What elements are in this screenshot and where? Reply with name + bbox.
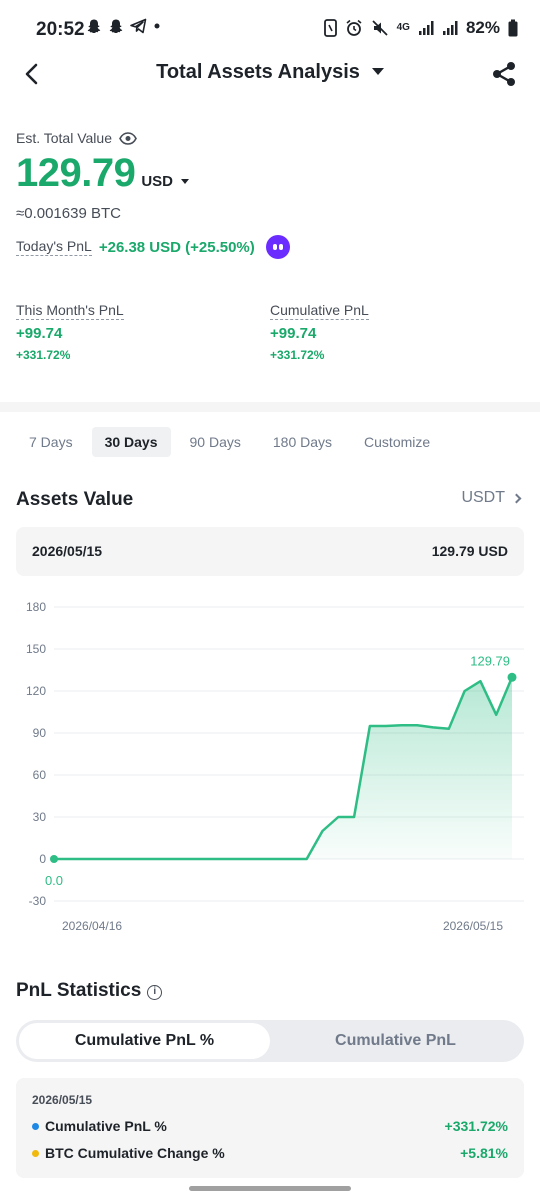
- alarm-icon: [346, 19, 362, 36]
- currency-selector[interactable]: USD: [141, 173, 190, 190]
- toggle-cumulative-pnl-percent[interactable]: Cumulative PnL %: [19, 1023, 270, 1059]
- assets-value-chart[interactable]: 180 150 120 90 60 30 0 -30 0.0 129.79 2026/04/16 20…: [0, 590, 540, 945]
- stats-card-date: 2026/05/15: [32, 1093, 93, 1107]
- tab-30-days[interactable]: 30 Days: [91, 427, 171, 457]
- chart-y-tick-label: 180: [26, 600, 46, 614]
- month-pnl-label[interactable]: This Month's PnL: [16, 302, 124, 320]
- cumulative-pnl-label[interactable]: Cumulative PnL: [270, 302, 369, 320]
- value-card-amount: 129.79 USD: [431, 543, 508, 559]
- total-value-amount: 129.79: [16, 151, 136, 195]
- battery-icon: [508, 19, 518, 37]
- btc-equivalent: ≈0.001639 BTC: [16, 205, 121, 222]
- month-pnl-block: This Month's PnL +99.74 +331.72%: [16, 302, 124, 362]
- chevron-right-icon: [511, 493, 522, 503]
- signal-icon: [442, 21, 458, 35]
- home-indicator[interactable]: [189, 1186, 351, 1191]
- dot-icon: [154, 23, 160, 29]
- pnl-mode-toggle: Cumulative PnL % Cumulative PnL: [16, 1020, 524, 1062]
- month-pnl-percent: +331.72%: [16, 348, 71, 362]
- tab-90-days[interactable]: 90 Days: [177, 427, 254, 457]
- today-pnl-row: Today's PnL +26.38 USD (+25.50%): [16, 235, 290, 259]
- share-icon[interactable]: [490, 60, 518, 88]
- cumulative-pnl-percent: +331.72%: [270, 348, 325, 362]
- stat-row-label: Cumulative PnL %: [45, 1118, 167, 1134]
- signal-icon: [418, 21, 434, 35]
- caret-down-icon: [371, 68, 384, 75]
- page-title: Total Assets Analysis: [156, 61, 360, 83]
- notification-icons: [86, 18, 161, 34]
- tab-customize[interactable]: Customize: [351, 427, 443, 457]
- chart-y-tick-label: 30: [33, 810, 47, 824]
- chart-x-tick-label: 2026/04/16: [62, 919, 122, 933]
- stat-row-value: +331.72%: [444, 1118, 508, 1134]
- assets-value-title: Assets Value: [16, 489, 134, 510]
- tab-7-days[interactable]: 7 Days: [16, 427, 86, 457]
- total-value: 129.79 USD: [16, 151, 190, 196]
- caret-down-icon: [181, 179, 190, 184]
- chart-y-tick-label: -30: [29, 894, 47, 908]
- eye-icon[interactable]: [119, 131, 137, 145]
- unit-label: USDT: [461, 489, 505, 506]
- status-time: 20:52: [36, 19, 85, 40]
- chart-start-value-label: 0.0: [45, 873, 63, 888]
- toggle-cumulative-pnl[interactable]: Cumulative PnL: [270, 1023, 521, 1059]
- range-tabs: 7 Days 30 Days 90 Days 180 Days Customiz…: [16, 427, 443, 457]
- info-icon[interactable]: i: [147, 985, 163, 1000]
- stat-row: Cumulative PnL % +331.72%: [32, 1118, 508, 1134]
- currency-label: USD: [141, 173, 174, 190]
- chart-y-tick-label: 90: [33, 726, 47, 740]
- page-title-dropdown[interactable]: Total Assets Analysis: [0, 61, 540, 84]
- app-header: Total Assets Analysis: [0, 52, 540, 96]
- today-pnl-value: +26.38 USD (+25.50%): [98, 238, 255, 256]
- system-status: 4G 82%: [323, 18, 518, 38]
- mascot-icon[interactable]: [265, 235, 290, 259]
- chart-y-tick-label: 60: [33, 768, 47, 782]
- today-pnl-label[interactable]: Today's PnL: [16, 238, 92, 256]
- nfc-icon: [323, 19, 337, 37]
- chart-end-value-label: 129.79: [470, 653, 510, 668]
- tab-180-days[interactable]: 180 Days: [260, 427, 345, 457]
- snapchat-icon: [87, 19, 101, 33]
- cumulative-pnl-value: +99.74: [270, 325, 317, 342]
- chart-area-fill: [54, 677, 512, 859]
- snapchat-icon: [109, 19, 123, 33]
- chart-start-point: [50, 855, 58, 863]
- cumulative-pnl-block: Cumulative PnL +99.74 +331.72%: [270, 302, 369, 362]
- telegram-icon: [130, 18, 147, 34]
- stat-row-label-group: BTC Cumulative Change %: [32, 1145, 225, 1161]
- stat-row-label: BTC Cumulative Change %: [45, 1145, 225, 1161]
- yellow-dot-icon: [32, 1149, 39, 1157]
- chart-y-tick-label: 150: [26, 642, 46, 656]
- est-total-label: Est. Total Value: [16, 130, 137, 146]
- stat-row-value: +5.81%: [460, 1145, 508, 1161]
- value-tooltip-card: 2026/05/15 129.79 USD: [16, 527, 524, 576]
- month-pnl-value: +99.74: [16, 325, 63, 342]
- battery-percent: 82%: [465, 18, 500, 37]
- pnl-statistics-header: PnL Statistics i: [16, 980, 163, 1002]
- stat-row: BTC Cumulative Change % +5.81%: [32, 1145, 508, 1161]
- blue-dot-icon: [32, 1122, 39, 1130]
- section-divider: [0, 402, 540, 412]
- mute-icon: [371, 20, 388, 36]
- chart-end-point: [507, 672, 517, 682]
- pnl-statistics-title: PnL Statistics: [16, 980, 142, 1001]
- chart-y-tick-label: 120: [26, 684, 46, 698]
- chart-x-tick-label: 2026/05/15: [443, 919, 503, 933]
- stat-row-label-group: Cumulative PnL %: [32, 1118, 167, 1134]
- unit-selector[interactable]: USDT: [461, 489, 522, 507]
- status-bar: 20:52 4G 82%: [0, 0, 540, 58]
- chart-y-tick-label: 0: [39, 852, 46, 866]
- chart-svg[interactable]: 180 150 120 90 60 30 0 -30 0.0 129.79 2026/04/16 20…: [0, 590, 540, 945]
- value-card-date: 2026/05/15: [32, 543, 103, 559]
- network-type: 4G: [396, 22, 410, 33]
- pnl-stats-card: 2026/05/15 Cumulative PnL % +331.72% BTC…: [16, 1078, 524, 1178]
- est-total-label-text: Est. Total Value: [16, 130, 112, 146]
